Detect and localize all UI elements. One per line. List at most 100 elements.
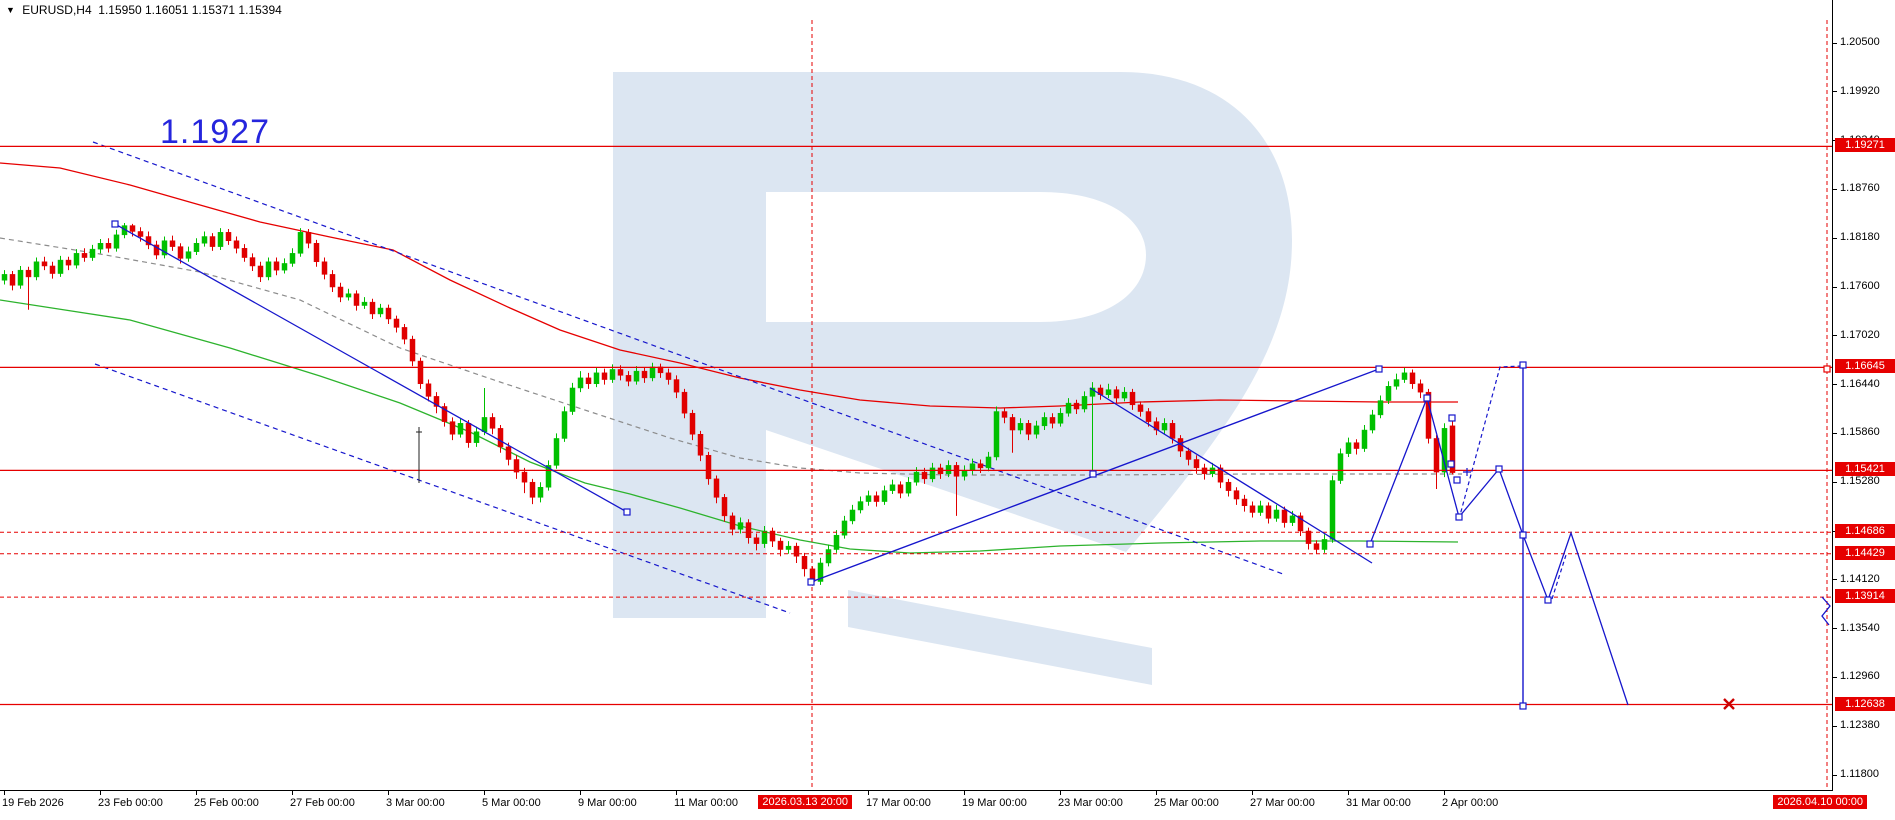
price-tick-mark	[1833, 287, 1837, 288]
price-tick-label: 1.19920	[1840, 85, 1880, 97]
forecast-zigzag-dashed	[1552, 555, 1566, 599]
time-tick-label: 23 Feb 00:00	[98, 797, 163, 809]
time-tick-label: 11 Mar 00:00	[674, 797, 738, 809]
chart-canvas[interactable]	[0, 0, 1832, 790]
price-tick-mark	[1833, 433, 1837, 434]
price-tick-mark	[1833, 189, 1837, 190]
time-tick-label: 5 Mar 00:00	[482, 797, 541, 809]
anchor-square	[1449, 415, 1455, 421]
level-price-label: 1.15421	[1835, 462, 1895, 476]
time-tick-label: 23 Mar 00:00	[1058, 797, 1123, 809]
time-tick-label: 3 Mar 00:00	[386, 797, 445, 809]
time-tick-mark	[1156, 791, 1157, 795]
anchor-square	[112, 221, 118, 227]
price-tick-mark	[1833, 43, 1837, 44]
broker-R-logo	[613, 72, 1292, 685]
price-tick-mark	[1833, 384, 1837, 385]
level-price-label: 1.16645	[1835, 359, 1895, 373]
price-tick-mark	[1833, 91, 1837, 92]
time-tick-label: 2 Apr 00:00	[1442, 797, 1498, 809]
time-tick-label: 25 Mar 00:00	[1154, 797, 1219, 809]
time-axis[interactable]: 19 Feb 2026 23 Feb 00:00 25 Feb 00:00 27 Fe…	[0, 791, 1895, 820]
level-price-label: 1.14429	[1835, 546, 1895, 560]
time-tick-mark	[580, 791, 581, 795]
anchor-square	[1520, 703, 1526, 709]
forecast-zigzag-dashed	[1459, 366, 1521, 519]
blue-trendline	[115, 224, 627, 512]
time-tick-mark	[1060, 791, 1061, 795]
price-tick-mark	[1833, 726, 1837, 727]
time-tick-label: 31 Mar 00:00	[1346, 797, 1411, 809]
price-tick-label: 1.14120	[1840, 573, 1880, 585]
level-price-label: 1.19271	[1835, 138, 1895, 152]
mt-chart-window: { "header": { "symbol": "EURUSD,H4", "oh…	[0, 0, 1895, 820]
time-tick-mark	[676, 791, 677, 795]
anchor-square	[1496, 466, 1502, 472]
price-tick-label: 1.12960	[1840, 670, 1880, 682]
price-tick-mark	[1833, 238, 1837, 239]
anchor-square	[1454, 477, 1460, 483]
price-tick-label: 1.17020	[1840, 329, 1880, 341]
time-tick-label: 19 Mar 00:00	[962, 797, 1027, 809]
anchor-square	[1448, 461, 1454, 467]
time-tick-label: 9 Mar 00:00	[578, 797, 637, 809]
time-tick-label: 19 Feb 2026	[2, 797, 64, 809]
level-price-label: 1.12638	[1835, 697, 1895, 711]
chart-plot-area[interactable]	[0, 0, 1833, 791]
time-tick-mark	[100, 791, 101, 795]
time-tick-mark	[4, 791, 5, 795]
anchor-square	[1456, 514, 1462, 520]
time-tick-label: 27 Mar 00:00	[1250, 797, 1315, 809]
time-tick-mark	[868, 791, 869, 795]
anchor-square	[1376, 366, 1382, 372]
price-tick-mark	[1833, 579, 1837, 580]
price-tick-mark	[1833, 482, 1837, 483]
price-tick-label: 1.18180	[1840, 231, 1880, 243]
anchor-square	[1367, 541, 1373, 547]
price-axis[interactable]: 1.205001.199201.193401.187601.181801.176…	[1833, 0, 1895, 790]
time-tick-mark	[1348, 791, 1349, 795]
price-tick-mark	[1833, 775, 1837, 776]
level-price-label: 1.14686	[1835, 524, 1895, 538]
price-tick-mark	[1833, 677, 1837, 678]
anchor-square	[624, 509, 630, 515]
symbol-marker-icon[interactable]: ▼	[6, 5, 15, 15]
time-tick-mark	[964, 791, 965, 795]
header-ohlc-values: 1.15950 1.16051 1.15371 1.15394	[98, 3, 282, 17]
anchor-square	[1520, 532, 1526, 538]
time-tick-mark	[484, 791, 485, 795]
price-tick-label: 1.20500	[1840, 36, 1880, 48]
price-tick-label: 1.13540	[1840, 622, 1880, 634]
price-tick-label: 1.18760	[1840, 182, 1880, 194]
header-symbol: EURUSD,H4	[22, 3, 91, 17]
anchor-square	[808, 579, 814, 585]
time-tick-label: 27 Feb 00:00	[290, 797, 355, 809]
price-tick-mark	[1833, 335, 1837, 336]
level-anchor-square	[1824, 366, 1830, 372]
price-annotation-text[interactable]: 1.1927	[160, 113, 270, 152]
price-tick-label: 1.15280	[1840, 475, 1880, 487]
time-tick-label: 25 Feb 00:00	[194, 797, 259, 809]
anchor-square	[1520, 362, 1526, 368]
price-tick-label: 1.12380	[1840, 719, 1880, 731]
price-tick-label: 1.16440	[1840, 378, 1880, 390]
forecast-zigzag-solid	[1370, 398, 1628, 705]
time-tick-label: 17 Mar 00:00	[866, 797, 931, 809]
cross-marker	[1463, 468, 1471, 476]
time-tick-mark	[292, 791, 293, 795]
edge-projection-mark	[1822, 597, 1830, 625]
vline-time-label: 2026.03.13 20:00	[758, 795, 852, 809]
time-tick-mark	[1252, 791, 1253, 795]
time-tick-mark	[196, 791, 197, 795]
price-tick-label: 1.11800	[1840, 768, 1879, 780]
anchor-square	[1424, 395, 1430, 401]
vline-time-label: 2026.04.10 00:00	[1773, 795, 1867, 809]
anchor-square	[1090, 471, 1096, 477]
price-tick-mark	[1833, 628, 1837, 629]
chart-ohlc-header: ▼ EURUSD,H4 1.15950 1.16051 1.15371 1.15…	[6, 3, 282, 17]
black-tick-mark	[416, 427, 422, 483]
anchor-square	[1545, 597, 1551, 603]
price-tick-label: 1.17600	[1840, 280, 1880, 292]
level-price-label: 1.13914	[1835, 589, 1895, 603]
time-tick-mark	[1444, 791, 1445, 795]
